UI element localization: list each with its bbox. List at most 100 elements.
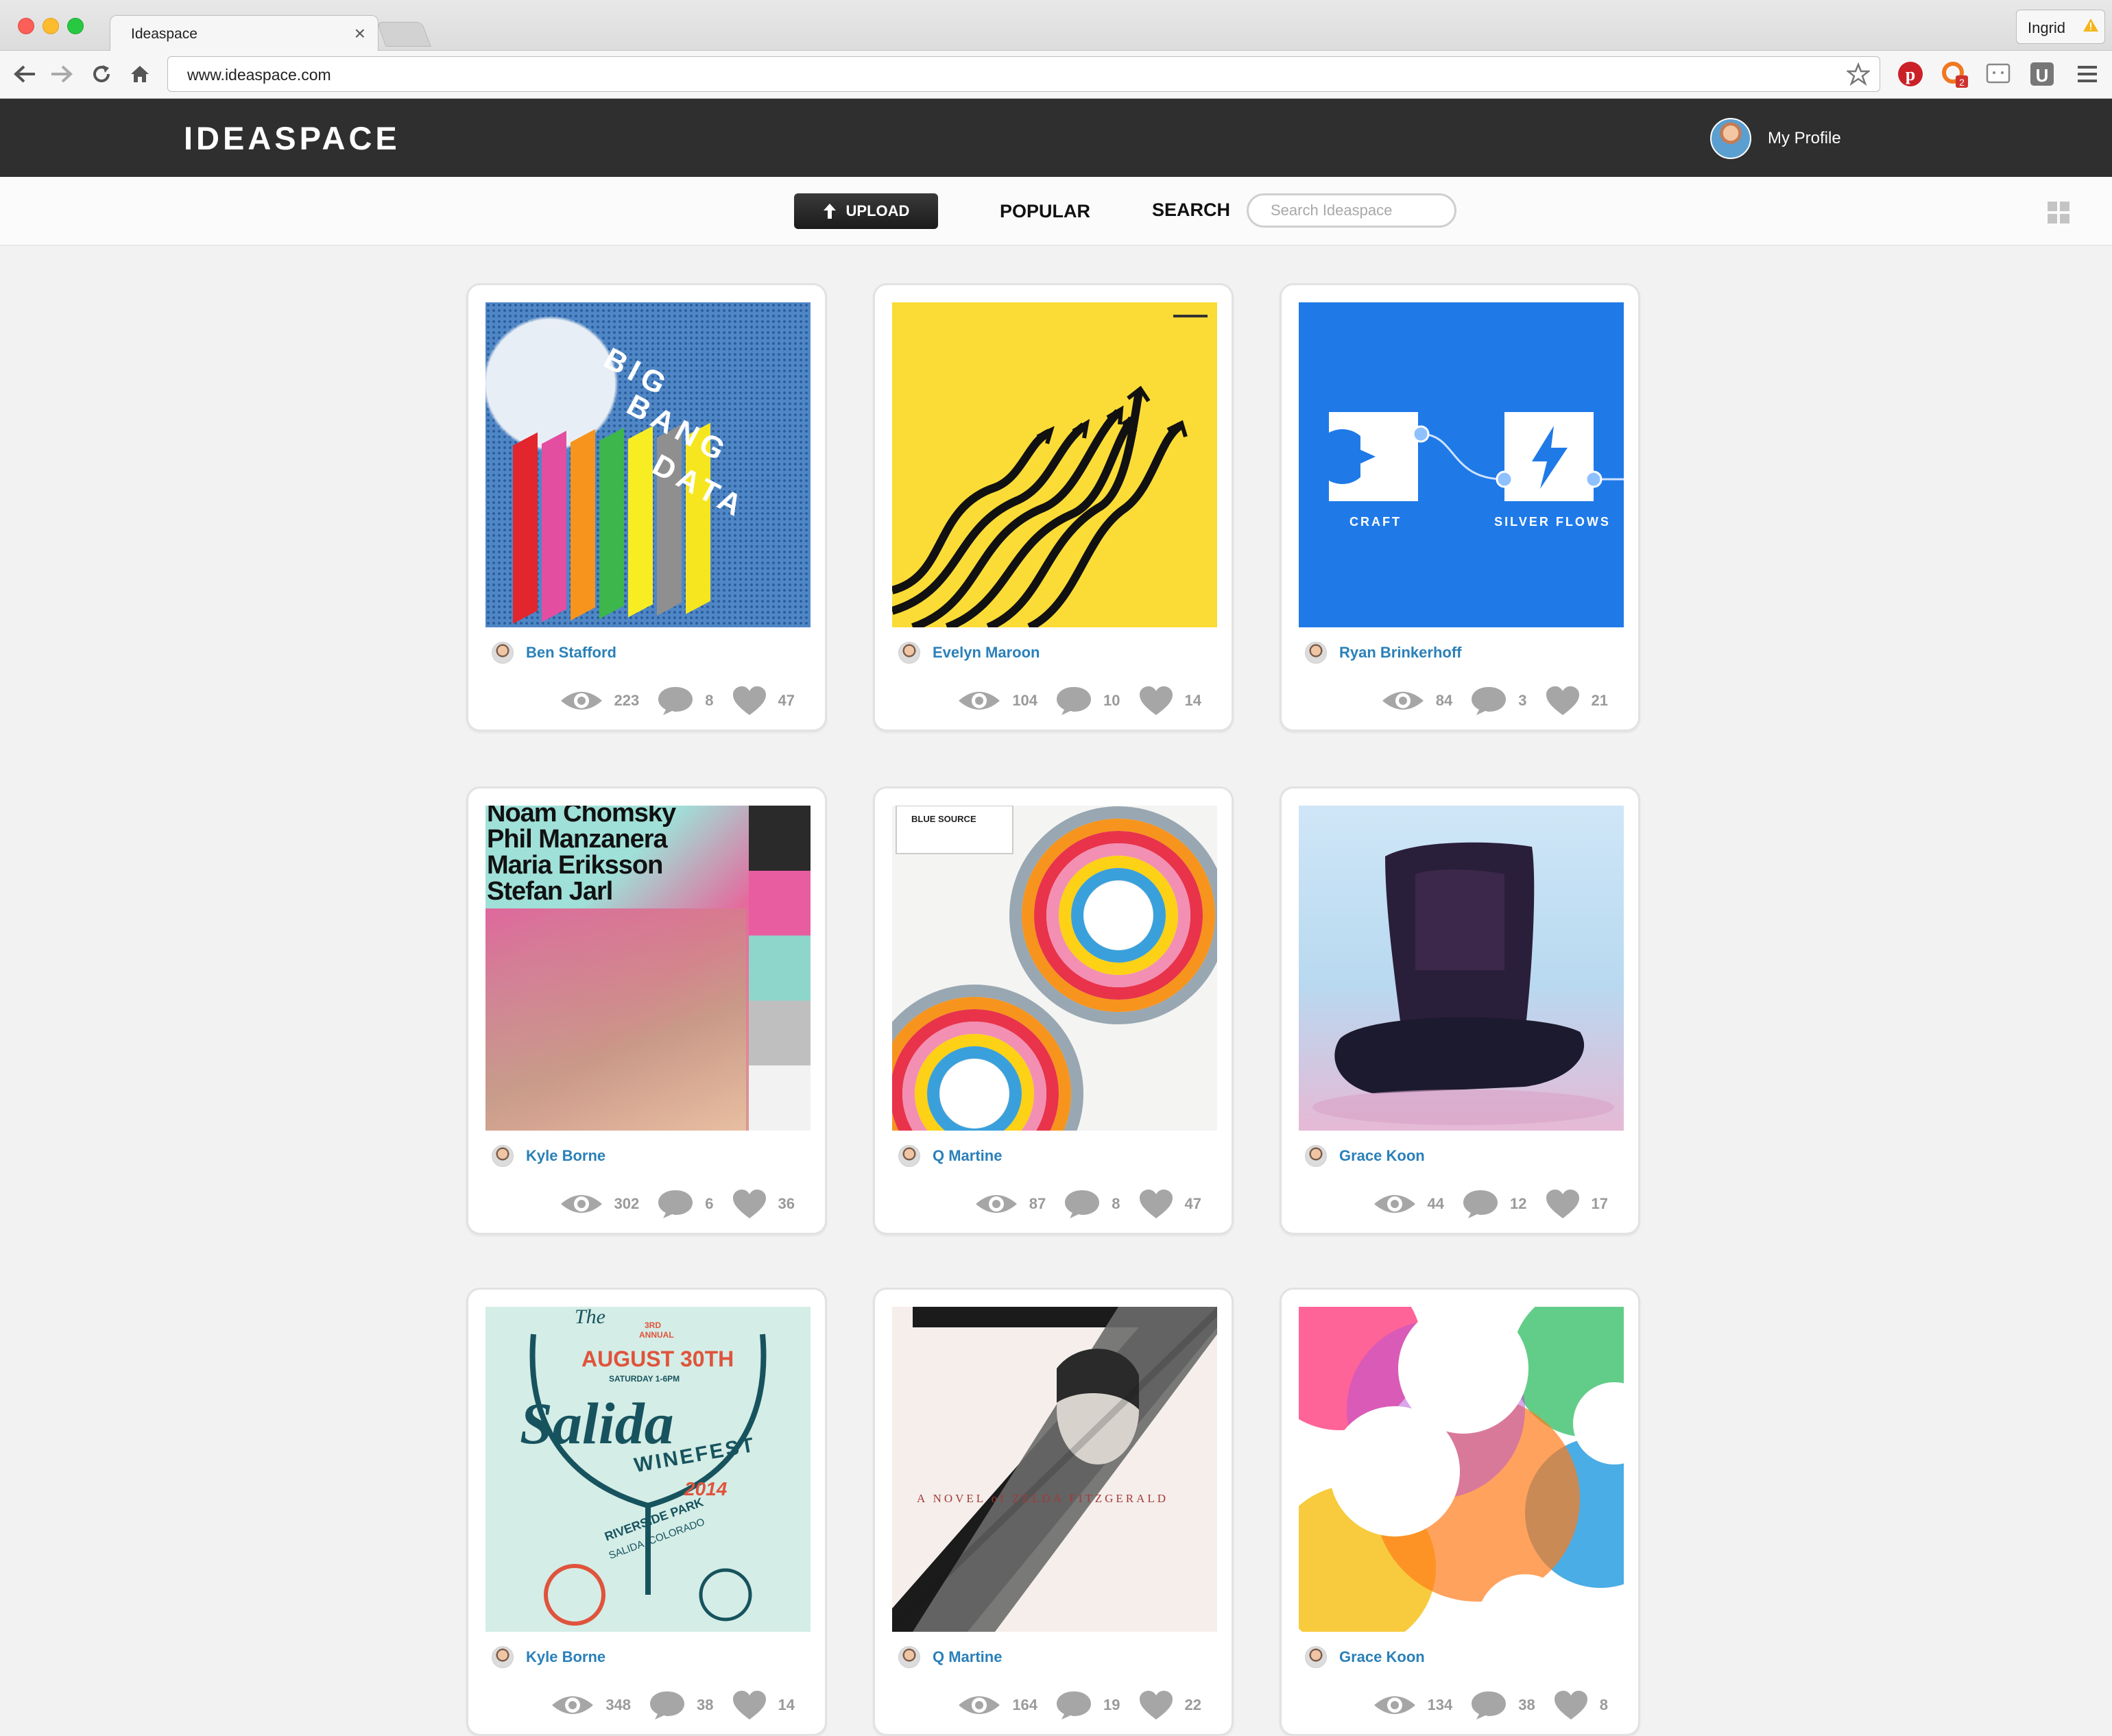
idea-card[interactable]: Evelyn Maroon 104 10 14 [873,283,1234,732]
author-link[interactable]: Q Martine [898,1645,1002,1669]
likes-stat[interactable]: 17 [1545,1188,1608,1220]
avatar [492,642,514,664]
comments-stat[interactable]: 10 [1055,685,1120,716]
u-extension-icon[interactable]: U [2027,59,2057,89]
author-link[interactable]: Evelyn Maroon [898,640,1040,665]
flow-graphic [1315,412,1624,501]
avatar [898,1646,920,1668]
rainbow-graphic [892,806,1217,1131]
url-text: www.ideaspace.com [187,66,331,84]
comments-stat[interactable]: 38 [649,1689,714,1721]
likes-stat[interactable]: 8 [1553,1689,1608,1721]
comments-stat[interactable]: 19 [1055,1689,1120,1721]
upload-button[interactable]: UPLOAD [794,193,938,229]
idea-card[interactable]: CRAFT SILVER FLOWS Ryan Brinkerhoff 84 3… [1280,283,1640,732]
browser-user-name: Ingrid [2028,19,2066,36]
zoom-window-button[interactable] [67,18,84,34]
likes-stat[interactable]: 14 [732,1689,795,1721]
art-text: Salida [520,1390,674,1456]
search-label: SEARCH [1152,200,1231,220]
comments-count: 6 [705,1195,714,1212]
likes-stat[interactable]: 22 [1138,1689,1201,1721]
arrows-graphic [892,315,1208,627]
browser-tab[interactable]: Ideaspace × [110,15,379,52]
idea-card[interactable]: Grace Koon 44 12 17 [1280,786,1640,1235]
author-link[interactable]: Kyle Borne [492,1144,605,1168]
browser-user-button[interactable]: Ingrid [2016,10,2105,44]
idea-card[interactable]: BLUE SOURCE Q Martine 87 8 47 [873,786,1234,1235]
idea-card[interactable]: A NOVEL of ZELDA FITZGERALD Q Martine 16… [873,1288,1234,1736]
artwork-image[interactable]: A NOVEL of ZELDA FITZGERALD [892,1307,1217,1632]
comments-stat[interactable]: 12 [1462,1188,1527,1220]
new-tab-button[interactable] [376,22,431,47]
tab-close-icon[interactable]: × [355,23,365,45]
comments-count: 3 [1518,692,1527,709]
home-icon[interactable] [125,59,155,89]
upload-label: UPLOAD [845,202,910,219]
site-logo[interactable]: IDEASPACE [184,119,400,157]
idea-card[interactable]: Grace Koon 134 38 8 [1280,1288,1640,1736]
likes-stat[interactable]: 36 [732,1188,795,1220]
comment-icon [1057,687,1092,715]
comments-stat[interactable]: 8 [1064,1188,1120,1220]
idea-card[interactable]: The 3RD ANNUAL AUGUST 30TH SATURDAY 1-6P… [466,1288,827,1736]
address-bar[interactable]: www.ideaspace.com [167,56,1880,92]
avatar [1305,1646,1327,1668]
author-link[interactable]: Ben Stafford [492,640,616,665]
idea-card[interactable]: Noam Chomsky Phil Manzanera Maria Erikss… [466,786,827,1235]
comments-stat[interactable]: 3 [1470,685,1527,716]
artwork-image[interactable]: BLUE SOURCE [892,806,1217,1131]
artwork-image[interactable]: BIG BANG DATA [485,302,811,627]
views-stat: 104 [957,687,1037,714]
z-letter-graphic [892,1307,1217,1632]
art-text: AUGUST 30TH [581,1347,734,1371]
svg-text:U: U [2036,65,2049,86]
comments-stat[interactable]: 6 [657,1188,714,1220]
views-count: 164 [1012,1696,1038,1713]
popular-link[interactable]: POPULAR [1000,201,1090,222]
artwork-image[interactable] [892,302,1217,627]
comments-count: 38 [1518,1696,1535,1713]
artwork-image[interactable] [1299,806,1624,1131]
artwork-image[interactable] [1299,1307,1624,1632]
author-link[interactable]: Kyle Borne [492,1645,605,1669]
author-link[interactable]: Grace Koon [1305,1144,1425,1168]
likes-stat[interactable]: 21 [1545,685,1608,716]
art-text: 3RD ANNUAL [639,1321,674,1340]
profile-link[interactable]: My Profile [1710,118,1841,159]
author-link[interactable]: Grace Koon [1305,1645,1425,1669]
search-input[interactable] [1247,193,1456,228]
reload-icon[interactable] [86,59,117,89]
artwork-image[interactable]: The 3RD ANNUAL AUGUST 30TH SATURDAY 1-6P… [485,1307,811,1632]
views-count: 134 [1427,1696,1453,1713]
menu-icon[interactable] [2072,59,2102,89]
minimize-window-button[interactable] [43,18,59,34]
bookmark-star-icon[interactable] [1847,62,1870,86]
close-window-button[interactable] [18,18,34,34]
pinterest-icon[interactable]: p [1895,59,1925,89]
grid-view-icon[interactable] [2048,202,2069,224]
comments-stat[interactable]: 8 [657,685,714,716]
author-name: Ryan Brinkerhoff [1339,644,1462,661]
idea-card[interactable]: BIG BANG DATA Ben Stafford 223 8 47 [466,283,827,732]
avatar [1305,1145,1327,1167]
forward-arrow-icon[interactable] [47,59,77,89]
views-count: 104 [1012,692,1038,709]
portrait-panel [485,908,746,1131]
views-stat: 87 [974,1190,1046,1218]
comments-stat[interactable]: 38 [1470,1689,1535,1721]
author-link[interactable]: Q Martine [898,1144,1002,1168]
likes-stat[interactable]: 47 [732,685,795,716]
extension-icon[interactable]: 2 [1939,59,1969,89]
likes-stat[interactable]: 14 [1138,685,1201,716]
artwork-image[interactable]: CRAFT SILVER FLOWS [1299,302,1624,627]
screen-capture-icon[interactable] [1983,59,2013,89]
chair-graphic [1312,842,1614,1125]
likes-stat[interactable]: 47 [1138,1188,1201,1220]
back-arrow-icon[interactable] [10,59,40,89]
artwork-image[interactable]: Noam Chomsky Phil Manzanera Maria Erikss… [485,806,811,1131]
heart-icon [1546,686,1579,715]
eye-icon [959,1696,1000,1714]
heart-icon [1554,1691,1587,1720]
author-link[interactable]: Ryan Brinkerhoff [1305,640,1461,665]
